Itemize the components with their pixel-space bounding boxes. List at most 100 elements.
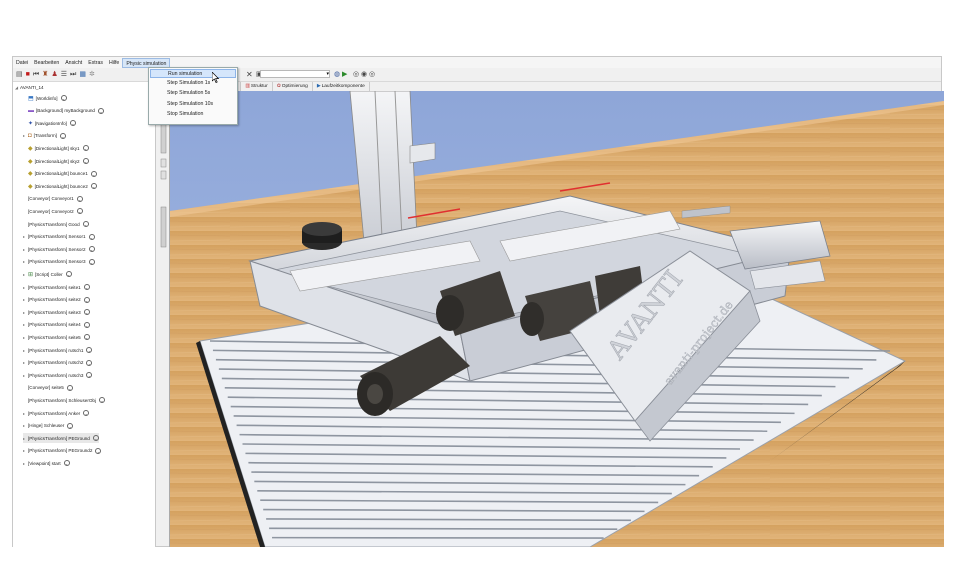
tree-item-label: [DirectionalLight] sky1 xyxy=(34,145,80,151)
dropdown-circle-icon[interactable]: ⌄ xyxy=(60,95,67,101)
menu-run-simulation[interactable]: Run simulation xyxy=(150,69,236,78)
dropdown-circle-icon[interactable]: ⌄ xyxy=(82,158,89,164)
tree-item[interactable]: ▸ [PhysicsTransform] rutsch2 ⌄ xyxy=(23,358,93,368)
dropdown-circle-icon[interactable]: ⌄ xyxy=(83,321,90,328)
menu-ansicht[interactable]: Ansicht xyxy=(62,58,85,68)
tree-item[interactable]: ▸ ◘ [Transform] ⌄ xyxy=(23,131,66,141)
dropdown-circle-icon[interactable]: ⌄ xyxy=(90,170,97,177)
dropdown-circle-icon[interactable]: ⌄ xyxy=(92,435,99,442)
dropdown-circle-icon[interactable]: ⌄ xyxy=(83,334,90,341)
tree-item[interactable]: ◆ [DirectionalLight] bounce1 ⌄ xyxy=(23,169,97,179)
tab-optimierung[interactable]: ✿ Optimierung xyxy=(273,82,313,91)
dropdown-circle-icon[interactable]: ⌄ xyxy=(88,258,95,265)
menu-physic-simulation[interactable]: Physic simulation xyxy=(122,57,171,68)
skip-icon[interactable]: ⏮ xyxy=(33,69,39,80)
tree-item[interactable]: ▬ [Background] myBackground ⌄ xyxy=(23,106,104,116)
tree-root[interactable]: ◢ AVANTI_14 xyxy=(15,82,44,92)
tree-item[interactable]: ▸ [PhysicsTransform] PEGround2 ⌄ xyxy=(23,446,102,456)
navigation-icon: ✦ xyxy=(28,120,34,127)
binoculars-icon[interactable]: ◍ xyxy=(334,69,340,80)
tree-item-label: [Conveyor] seite5 xyxy=(28,385,64,391)
dropdown-circle-icon[interactable]: ⌄ xyxy=(82,221,89,227)
tree-item[interactable]: ▸ [PhysicsTransform] Sensor3 ⌄ xyxy=(23,257,95,267)
tree-item[interactable]: ✦ [NavigationInfo] ⌄ xyxy=(23,118,76,128)
tree-item[interactable]: [Conveyor] Conveyor1 ⌄ xyxy=(23,194,83,204)
dropdown-circle-icon[interactable]: ⌄ xyxy=(83,296,90,303)
menu-bearbeiten[interactable]: Bearbeiten xyxy=(31,58,62,68)
tree-item[interactable]: [PhysicsTransform] SchleuserObj ⌄ xyxy=(23,395,105,405)
dropdown-circle-icon[interactable]: ⌄ xyxy=(95,447,102,454)
tree-item[interactable]: ▸ [Viewpoint] start ⌄ xyxy=(23,458,70,468)
view-combo[interactable]: ▾ xyxy=(260,70,330,78)
tree-item-label: [PhysicsTransform] Sensor2 xyxy=(28,246,86,252)
dropdown-circle-icon[interactable]: ⌄ xyxy=(63,460,70,467)
settings-icon[interactable]: ✲ xyxy=(89,69,95,80)
tree-item[interactable]: ◆ [DirectionalLight] bounce2 ⌄ xyxy=(23,181,97,191)
dropdown-circle-icon[interactable]: ⌄ xyxy=(59,132,66,139)
grid-icon[interactable]: ▦ xyxy=(79,69,86,80)
tree-item[interactable]: ⬒ [Worldinfo] ⌄ xyxy=(23,93,67,103)
target-icon[interactable]: ◎ xyxy=(353,69,359,80)
tree-item[interactable]: ▸ ⊞ [Script] Coller ⌄ xyxy=(23,269,72,279)
tree-item[interactable]: ▸ [PhysicsTransform] rutsch1 ⌄ xyxy=(23,345,93,355)
menu-step-10s[interactable]: Step Simulation 10s xyxy=(150,100,236,109)
dropdown-circle-icon[interactable]: ⌄ xyxy=(76,195,83,202)
menu-stop-simulation[interactable]: Stop Simulation xyxy=(150,110,236,119)
menu-step-5s[interactable]: Step Simulation 5s xyxy=(150,89,236,98)
tree-item[interactable]: [PhysicsTransform] Good ⌄ xyxy=(23,219,89,229)
trash-icon[interactable]: ♜ xyxy=(42,69,48,80)
menu-datei[interactable]: Datei xyxy=(13,58,31,68)
dropdown-circle-icon[interactable]: ⌄ xyxy=(86,372,93,379)
list-icon[interactable]: ☰ xyxy=(61,69,67,80)
tree-item[interactable]: ▸ [PhysicsTransform] seite2 ⌄ xyxy=(23,295,90,305)
tree-item-label: [PhysicsTransform] seite5 xyxy=(28,334,81,340)
dropdown-circle-icon[interactable]: ⌄ xyxy=(82,145,89,152)
dropdown-circle-icon[interactable]: ⌄ xyxy=(76,208,83,215)
tree-item[interactable]: ◆ [DirectionalLight] sky2 ⌄ xyxy=(23,156,89,166)
dropdown-circle-icon[interactable]: ⌄ xyxy=(66,384,73,391)
dropdown-circle-icon[interactable]: ⌄ xyxy=(83,284,90,290)
tree-item[interactable]: ▸ [PhysicsTransform] Sensor2 ⌄ xyxy=(23,244,95,254)
tab-label: Laufzeitkomponente xyxy=(321,84,365,89)
menu-extras[interactable]: Extras xyxy=(85,58,106,68)
tree-item[interactable]: ▸ [PhysicsTransform] seite4 ⌄ xyxy=(23,320,90,330)
tree-item[interactable]: ▸ [PhysicsTransform] rutsch3 ⌄ xyxy=(23,370,93,380)
tree-item[interactable]: ▸ [PhysicsTransform] PEGround ⌄ xyxy=(23,433,99,444)
close-icon[interactable]: ✕ xyxy=(246,69,253,80)
new-file-icon[interactable]: ▤ xyxy=(16,69,23,80)
dropdown-circle-icon[interactable]: ⌄ xyxy=(83,410,90,416)
dropdown-circle-icon[interactable]: ⌄ xyxy=(98,107,104,114)
dropdown-circle-icon[interactable]: ⌄ xyxy=(99,397,105,404)
menu-hilfe[interactable]: Hilfe xyxy=(106,58,122,68)
target2-icon[interactable]: ◉ xyxy=(361,69,367,80)
dropdown-circle-icon[interactable]: ⌄ xyxy=(65,271,72,278)
tree-item[interactable]: ▸ [PhysicsTransform] Anker ⌄ xyxy=(23,408,90,418)
tree-item[interactable]: ▸ [Hinge] Schleuser ⌄ xyxy=(23,421,74,431)
person-icon[interactable]: ♟ xyxy=(51,69,57,80)
dropdown-circle-icon[interactable]: ⌄ xyxy=(90,183,97,190)
dropdown-circle-icon[interactable]: ⌄ xyxy=(83,309,90,316)
tree-item[interactable]: ▸ [PhysicsTransform] seite5 ⌄ xyxy=(23,332,90,342)
dropdown-circle-icon[interactable]: ⌄ xyxy=(69,120,76,127)
play-icon[interactable]: ▶ xyxy=(342,69,347,80)
tab-laufzeitkomponente[interactable]: ▶ Laufzeitkomponente xyxy=(313,82,370,91)
vertical-scrollbar[interactable] xyxy=(160,119,167,254)
menu-step-1s[interactable]: Step Simulation 1s xyxy=(150,79,236,88)
dropdown-circle-icon[interactable]: ⌄ xyxy=(86,359,93,366)
dropdown-circle-icon[interactable]: ⌄ xyxy=(86,347,93,353)
tab-label: Struktur xyxy=(250,84,268,89)
record-icon[interactable]: ■ xyxy=(26,69,30,80)
tree-item[interactable]: ▸ [PhysicsTransform] Sensor1 ⌄ xyxy=(23,232,95,242)
tree-item[interactable]: ▸ [PhysicsTransform] seite1 ⌄ xyxy=(23,282,90,292)
tab-struktur[interactable]: ▥ Struktur xyxy=(241,82,273,91)
dropdown-circle-icon[interactable]: ⌄ xyxy=(88,246,95,253)
dropdown-circle-icon[interactable]: ⌄ xyxy=(88,233,95,240)
tree-item[interactable]: [Conveyor] Conveyor2 ⌄ xyxy=(23,206,83,216)
tree-item[interactable]: ▸ [PhysicsTransform] seite3 ⌄ xyxy=(23,307,90,317)
dropdown-circle-icon[interactable]: ⌄ xyxy=(67,422,74,429)
tree-item[interactable]: ◆ [DirectionalLight] sky1 ⌄ xyxy=(23,143,89,153)
target3-icon[interactable]: ◎ xyxy=(369,69,375,80)
skip-end-icon[interactable]: ⏭ xyxy=(70,69,76,80)
tree-item[interactable]: [Conveyor] seite5 ⌄ xyxy=(23,383,73,393)
3d-viewport[interactable]: AVANTI avanti-project.de xyxy=(169,91,944,547)
